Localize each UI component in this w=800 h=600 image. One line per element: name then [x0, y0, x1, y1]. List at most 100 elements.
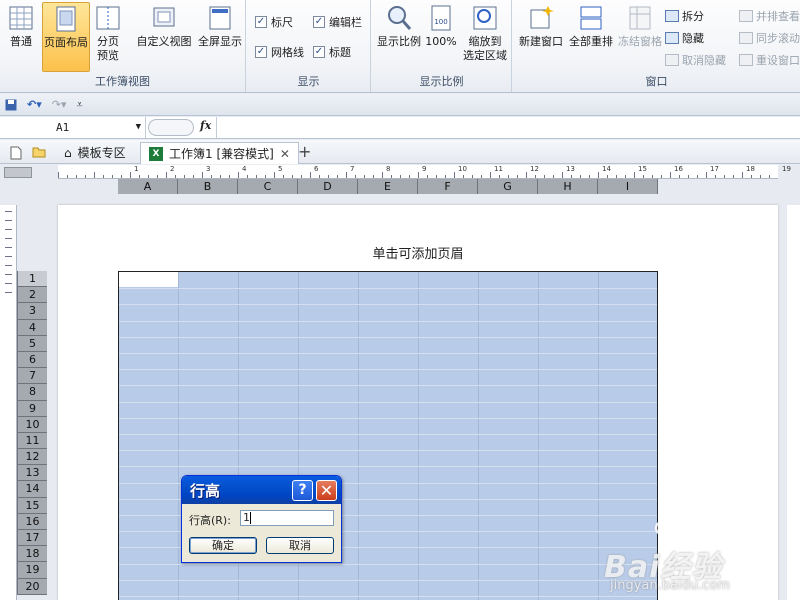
- row-header[interactable]: 11: [17, 432, 47, 450]
- row-header[interactable]: 10: [17, 416, 47, 433]
- ruler-tick: [130, 172, 131, 178]
- help-button[interactable]: ?: [292, 480, 313, 501]
- ruler-tick: [526, 172, 527, 178]
- dialog-titlebar[interactable]: 行高 ? ✕: [182, 476, 341, 504]
- row-header[interactable]: 2: [17, 287, 47, 304]
- reset-window-button[interactable]: 重设窗口: [739, 52, 800, 68]
- row-header[interactable]: 15: [17, 497, 47, 514]
- ruler-tick: [679, 175, 680, 178]
- row-header[interactable]: 14: [17, 481, 47, 498]
- row-header[interactable]: 7: [17, 368, 47, 385]
- column-header[interactable]: E: [358, 179, 418, 194]
- zoom-slider[interactable]: [148, 119, 194, 136]
- row-header[interactable]: 4: [17, 319, 47, 336]
- arrange-all-button[interactable]: 全部重排: [567, 2, 615, 49]
- tab-templates[interactable]: ⌂ 模板专区: [56, 142, 134, 164]
- grid-row-line: [119, 304, 657, 306]
- ruler-tick: [283, 175, 284, 178]
- column-header[interactable]: D: [298, 179, 358, 194]
- ruler-number: 7: [350, 165, 355, 173]
- row-header[interactable]: 19: [17, 562, 47, 579]
- ruler-checkbox[interactable]: ✓ 标尺: [255, 14, 293, 30]
- column-header[interactable]: I: [598, 179, 658, 194]
- ruler-tick: [238, 172, 239, 178]
- split-button[interactable]: 拆分: [665, 8, 704, 24]
- new-file-icon[interactable]: [10, 146, 22, 160]
- cancel-button[interactable]: 取消: [266, 537, 334, 554]
- page-layout-button[interactable]: 页面布局: [42, 2, 90, 72]
- row-header[interactable]: 9: [17, 400, 47, 417]
- freeze-panes-button[interactable]: 冻结窗格: [617, 2, 663, 49]
- unhide-button[interactable]: 取消隐藏: [665, 52, 726, 68]
- cell-a1[interactable]: [119, 272, 178, 287]
- side-by-side-icon: [739, 10, 753, 22]
- redo-icon[interactable]: ↷▾: [52, 98, 67, 111]
- zoom-100-button[interactable]: 100 100%: [424, 2, 458, 49]
- folder-icon[interactable]: [32, 146, 46, 158]
- page-break-preview-button[interactable]: 分页 预览: [92, 2, 124, 63]
- new-window-button[interactable]: 新建窗口: [517, 2, 565, 49]
- headings-checkbox[interactable]: ✓ 标题: [313, 44, 351, 60]
- ruler-tick: [508, 175, 509, 178]
- ruler-tick: [58, 172, 59, 178]
- formula-bar-checkbox[interactable]: ✓ 编辑栏: [313, 14, 362, 30]
- formula-input[interactable]: [216, 117, 800, 138]
- ruler-tick: [256, 175, 257, 178]
- chevron-down-icon[interactable]: ▼: [136, 117, 141, 138]
- sync-scroll-button[interactable]: 同步滚动: [739, 30, 800, 46]
- close-icon[interactable]: ✕: [280, 143, 290, 165]
- page-header-placeholder[interactable]: 单击可添加页眉: [58, 243, 778, 262]
- tab-workbook[interactable]: X 工作簿1 [兼容模式] ✕: [140, 142, 299, 164]
- row-height-input[interactable]: 1: [240, 510, 334, 526]
- ruler-tick: [724, 175, 725, 178]
- row-header[interactable]: 16: [17, 513, 47, 530]
- zoom-to-selection-button[interactable]: 缩放到 选定区域: [460, 2, 510, 63]
- row-header[interactable]: 18: [17, 546, 47, 563]
- zoom-button[interactable]: 显示比例: [376, 2, 422, 49]
- column-header[interactable]: G: [478, 179, 538, 194]
- normal-view-button[interactable]: 普通: [4, 2, 38, 49]
- ruler-tick: [5, 274, 12, 275]
- custom-view-icon: [153, 7, 175, 27]
- group-window: 新建窗口 全部重排 冻结窗格 拆分 隐藏 取消隐藏 并排查看 同步滚动 重设窗口…: [513, 0, 800, 92]
- column-header[interactable]: F: [418, 179, 478, 194]
- row-header[interactable]: 13: [17, 465, 47, 482]
- custom-view-button[interactable]: 自定义视图: [136, 2, 192, 49]
- ok-button[interactable]: 确定: [189, 537, 257, 554]
- horizontal-ruler: 1 2 3 4 5 6 7 8 9 10 11 12 13 14 15 16 17 18 19: [58, 165, 791, 179]
- insert-function-icon[interactable]: fx: [200, 119, 211, 132]
- ruler-tick: [103, 175, 104, 178]
- row-header[interactable]: 12: [17, 449, 47, 466]
- side-by-side-button[interactable]: 并排查看: [739, 8, 800, 24]
- hide-button[interactable]: 隐藏: [665, 30, 704, 46]
- row-header[interactable]: 20: [17, 578, 47, 595]
- full-screen-button[interactable]: 全屏显示: [196, 2, 244, 49]
- ruler-tick: [661, 175, 662, 178]
- row-header[interactable]: 3: [17, 303, 47, 320]
- row-header[interactable]: 8: [17, 384, 47, 401]
- row-header[interactable]: 5: [17, 335, 47, 352]
- close-button[interactable]: ✕: [316, 480, 337, 501]
- freeze-panes-icon: [629, 6, 651, 30]
- column-header[interactable]: C: [238, 179, 298, 194]
- column-header[interactable]: H: [538, 179, 598, 194]
- save-icon[interactable]: [5, 99, 17, 111]
- ruler-tick: [742, 172, 743, 178]
- gridlines-checkbox[interactable]: ✓ 网格线: [255, 44, 304, 60]
- quick-access-toolbar: ↶▾ ↷▾ ⩡: [0, 94, 800, 116]
- ruler-tick: [292, 175, 293, 178]
- ruler-tick: [5, 292, 12, 293]
- row-header[interactable]: 17: [17, 530, 47, 547]
- ruler-toggle[interactable]: [4, 167, 32, 178]
- add-tab-icon[interactable]: +: [298, 142, 311, 161]
- ruler-tick: [589, 175, 590, 178]
- column-header[interactable]: B: [178, 179, 238, 194]
- undo-icon[interactable]: ↶▾: [27, 98, 42, 111]
- split-icon: [665, 10, 679, 22]
- column-header[interactable]: A: [118, 179, 178, 194]
- row-header[interactable]: 6: [17, 351, 47, 369]
- ruler-tick: [310, 172, 311, 178]
- name-box[interactable]: A1 ▼: [0, 117, 146, 138]
- customize-qat-icon[interactable]: ⩡: [77, 98, 83, 112]
- row-header[interactable]: 1: [17, 271, 47, 288]
